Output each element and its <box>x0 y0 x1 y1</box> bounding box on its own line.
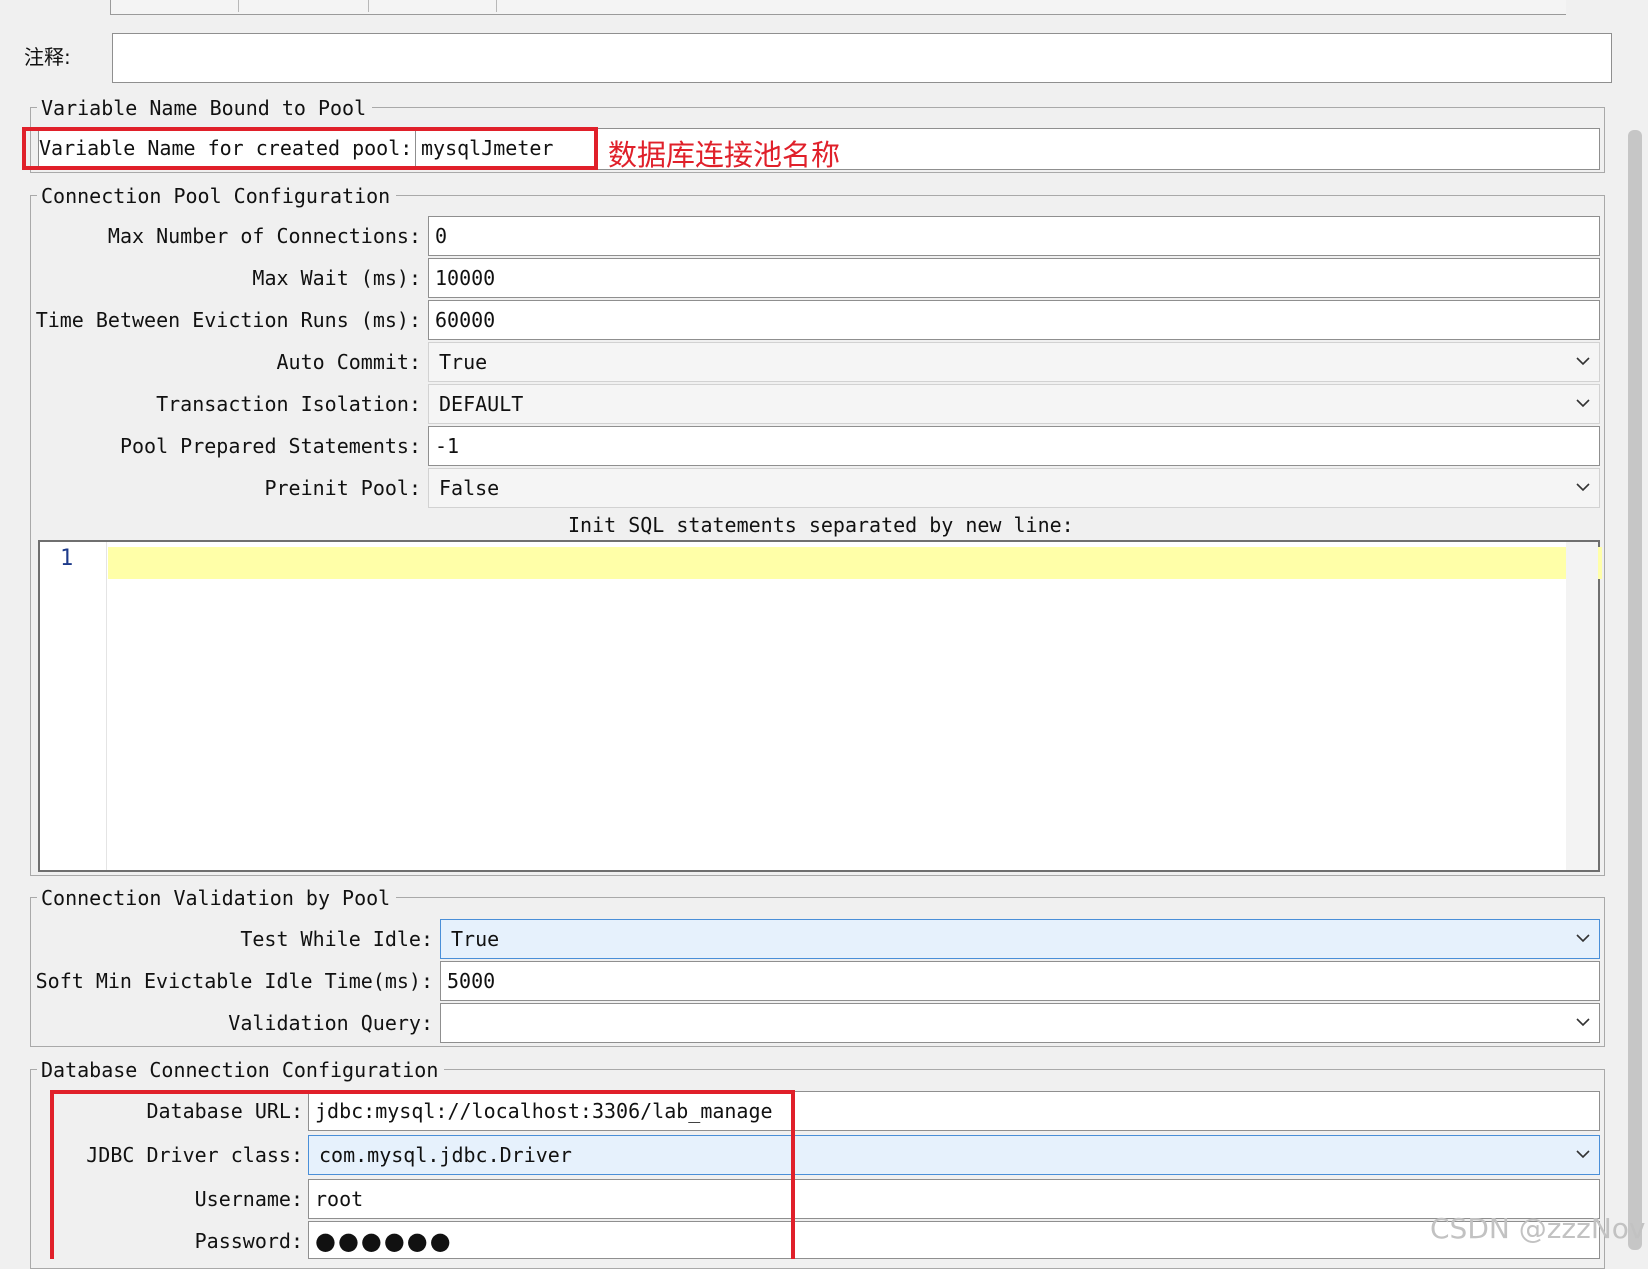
transaction-isolation-select[interactable]: DEFAULT <box>428 384 1600 424</box>
top-tab-strip <box>110 0 1612 15</box>
variable-name-group-title: Variable Name Bound to Pool <box>37 96 373 120</box>
comment-input[interactable] <box>112 33 1612 83</box>
test-while-idle-label: Test While Idle: <box>240 927 433 951</box>
init-sql-label: Init SQL statements separated by new lin… <box>568 513 1074 537</box>
transaction-isolation-value: DEFAULT <box>439 392 524 416</box>
max-wait-label: Max Wait (ms): <box>252 266 421 290</box>
validation-query-select[interactable] <box>440 1003 1600 1043</box>
auto-commit-label: Auto Commit: <box>276 350 422 374</box>
validation-query-label: Validation Query: <box>228 1011 433 1035</box>
tab-divider <box>496 0 497 12</box>
test-while-idle-select[interactable]: True <box>440 919 1600 959</box>
soft-min-idle-label: Soft Min Evictable Idle Time(ms): <box>35 969 433 993</box>
pool-prepared-label: Pool Prepared Statements: <box>119 434 421 458</box>
current-line-highlight <box>108 547 1602 579</box>
pool-config-group-title: Connection Pool Configuration <box>37 184 397 208</box>
chevron-down-icon <box>1576 934 1590 943</box>
auto-commit-select[interactable]: True <box>428 342 1600 382</box>
chevron-down-icon <box>1576 399 1590 408</box>
eviction-runs-label: Time Between Eviction Runs (ms): <box>35 308 421 332</box>
max-wait-input[interactable]: 10000 <box>428 258 1600 298</box>
editor-scrollbar[interactable] <box>1566 542 1598 870</box>
highlight-box <box>50 1090 795 1259</box>
max-connections-label: Max Number of Connections: <box>107 224 421 248</box>
database-group-title: Database Connection Configuration <box>37 1058 445 1082</box>
chevron-down-icon <box>1576 1018 1590 1027</box>
preinit-pool-select[interactable]: False <box>428 468 1600 508</box>
max-connections-input[interactable]: 0 <box>428 216 1600 256</box>
chevron-down-icon <box>1576 483 1590 492</box>
tab-divider <box>368 0 369 12</box>
annotation-text: 数据库连接池名称 <box>608 138 841 172</box>
test-while-idle-value: True <box>451 927 500 951</box>
preinit-pool-value: False <box>439 476 500 500</box>
transaction-isolation-label: Transaction Isolation: <box>156 392 421 416</box>
init-sql-editor[interactable]: 1 <box>38 540 1602 872</box>
highlight-box <box>22 127 598 170</box>
soft-min-idle-input[interactable]: 5000 <box>440 961 1600 1001</box>
line-number-gutter: 1 <box>40 542 107 870</box>
scrollbar-thumb[interactable] <box>1628 130 1642 1250</box>
validation-group-title: Connection Validation by Pool <box>37 886 397 910</box>
chevron-down-icon <box>1576 1150 1590 1159</box>
tab-divider <box>238 0 239 12</box>
watermark: CSDN @zzzNov <box>1430 1212 1646 1245</box>
preinit-pool-label: Preinit Pool: <box>264 476 421 500</box>
eviction-runs-input[interactable]: 60000 <box>428 300 1600 340</box>
comment-label: 注释: <box>24 45 71 69</box>
pool-prepared-input[interactable]: -1 <box>428 426 1600 466</box>
auto-commit-value: True <box>439 350 488 374</box>
line-number: 1 <box>60 546 74 571</box>
chevron-down-icon <box>1576 357 1590 366</box>
